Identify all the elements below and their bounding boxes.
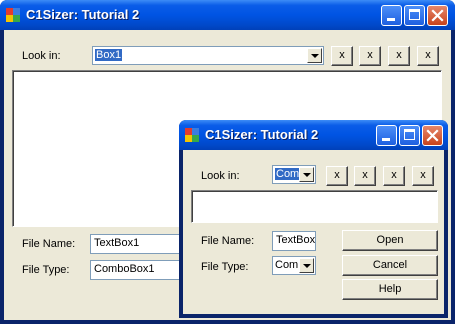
file-name-label: File Name: bbox=[22, 238, 76, 250]
main-window-title: C1Sizer: Tutorial 2 bbox=[26, 7, 140, 22]
child-maximize-button[interactable] bbox=[399, 125, 420, 146]
child-look-in-combo[interactable]: Com bbox=[272, 165, 316, 184]
child-window: C1Sizer: Tutorial 2 Look in: Com x x x x… bbox=[179, 120, 448, 318]
close-icon bbox=[431, 9, 444, 22]
child-file-name-field[interactable]: TextBox bbox=[272, 231, 316, 251]
close-icon bbox=[426, 129, 439, 142]
maximize-icon bbox=[409, 9, 420, 20]
child-look-in-value: Com bbox=[275, 168, 301, 180]
app-icon bbox=[185, 128, 199, 142]
close-button[interactable] bbox=[427, 5, 448, 26]
child-titlebar[interactable]: C1Sizer: Tutorial 2 bbox=[179, 120, 448, 150]
minimize-button[interactable] bbox=[381, 5, 402, 26]
child-x-button-4[interactable]: x bbox=[412, 166, 434, 186]
look-in-label: Look in: bbox=[22, 50, 61, 62]
maximize-button[interactable] bbox=[404, 5, 425, 26]
help-button[interactable]: Help bbox=[342, 279, 438, 300]
x-button-2[interactable]: x bbox=[359, 46, 381, 66]
child-look-in-label: Look in: bbox=[201, 170, 240, 182]
child-x-button-2[interactable]: x bbox=[354, 166, 376, 186]
chevron-down-icon[interactable] bbox=[299, 258, 314, 273]
maximize-icon bbox=[404, 129, 415, 140]
x-button-3[interactable]: x bbox=[388, 46, 410, 66]
child-file-name-label: File Name: bbox=[201, 235, 255, 247]
minimize-icon bbox=[387, 18, 395, 21]
x-button-1[interactable]: x bbox=[331, 46, 353, 66]
look-in-combo[interactable]: Box1 bbox=[92, 46, 324, 65]
chevron-down-icon[interactable] bbox=[299, 167, 314, 182]
cancel-button[interactable]: Cancel bbox=[342, 255, 438, 276]
child-x-button-3[interactable]: x bbox=[383, 166, 405, 186]
chevron-down-icon[interactable] bbox=[307, 48, 322, 63]
child-file-type-label: File Type: bbox=[201, 261, 249, 273]
child-file-type-combo[interactable]: Com bbox=[272, 256, 316, 275]
child-content-box[interactable] bbox=[191, 190, 438, 223]
child-window-title: C1Sizer: Tutorial 2 bbox=[205, 127, 319, 142]
open-button[interactable]: Open bbox=[342, 230, 438, 251]
child-close-button[interactable] bbox=[422, 125, 443, 146]
look-in-value: Box1 bbox=[95, 49, 123, 61]
main-titlebar[interactable]: C1Sizer: Tutorial 2 bbox=[0, 0, 455, 30]
x-button-4[interactable]: x bbox=[417, 46, 439, 66]
minimize-icon bbox=[382, 138, 390, 141]
app-icon bbox=[6, 8, 20, 22]
file-type-label: File Type: bbox=[22, 264, 70, 276]
child-client-area: Look in: Com x x x x File Name: TextBox … bbox=[183, 150, 444, 314]
child-file-type-value: Com bbox=[275, 259, 299, 271]
child-x-button-1[interactable]: x bbox=[326, 166, 348, 186]
child-minimize-button[interactable] bbox=[376, 125, 397, 146]
